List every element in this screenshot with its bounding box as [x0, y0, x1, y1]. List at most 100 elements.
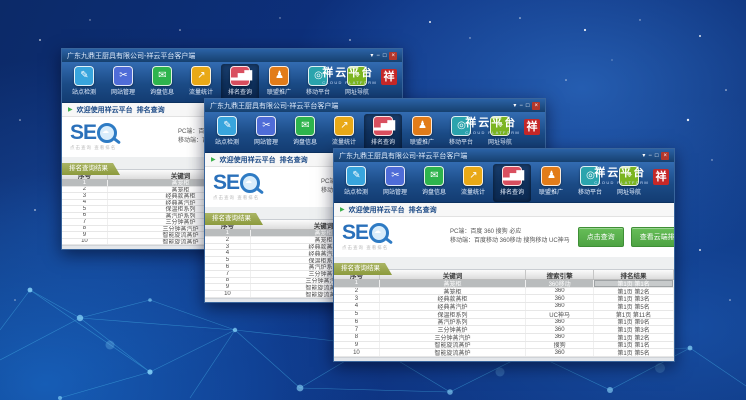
seo-slogan: 点击查询 查看排名 [70, 145, 170, 151]
table-row[interactable]: 10智能旋流蒸炉360第1页 第5名 [334, 349, 674, 357]
toolbar-item-label: 网址导航 [617, 187, 641, 196]
magnifier-icon: ☁ [97, 123, 117, 143]
toolbar-item-alliance-promo[interactable]: ♟联盟推广 [260, 64, 298, 102]
window-titlebar[interactable]: 广东九鼎王厨具有限公司-祥云平台客户端 ▾ − □ × [334, 149, 674, 162]
table-cell: 1 [205, 230, 251, 236]
table-cell: 三分钟蒸汽炉 [380, 334, 526, 341]
banner-buttons: 点击查询 查看云端排名 [578, 227, 675, 247]
toolbar-item-label: 流量统计 [189, 87, 213, 96]
window-titlebar[interactable]: 广东九鼎王厨具有限公司-祥云平台客户端 ▾ − □ × [205, 99, 545, 112]
table-cell: 9 [334, 342, 380, 349]
minimize-button[interactable]: − [648, 152, 652, 160]
inquiry-info-icon: ✉ [295, 116, 315, 136]
ranking-query-icon: ▂▅▇ [373, 116, 393, 136]
toolbar-item-label: 移动平台 [578, 187, 602, 196]
toolbar-item-ranking-query[interactable]: ▂▅▇排名查询 [493, 164, 531, 202]
toolbar-item-site-manage[interactable]: ✂网站管理 [376, 164, 414, 202]
toolbar-item-label: 询盘信息 [422, 187, 446, 196]
table-row[interactable]: 5保温柜系列UC神马第1页 第11名 [334, 311, 674, 319]
table-cell: 第1页 第5名 [594, 349, 674, 356]
table-row[interactable]: 2蒸笼柜360第1页 第2名 [334, 288, 674, 296]
close-button[interactable]: × [661, 152, 669, 160]
table-cell: 第1页 第3名 [594, 326, 674, 333]
maximize-button[interactable]: □ [655, 152, 659, 160]
toolbar-item-alliance-promo[interactable]: ♟联盟推广 [403, 114, 441, 152]
toolbar-item-label: 站点检测 [215, 137, 239, 146]
table-cell: 保温柜系列 [380, 311, 526, 318]
close-button[interactable]: × [389, 52, 397, 60]
breadcrumb-welcome: 欢迎使用祥云平台 [220, 155, 276, 165]
table-row[interactable]: 9智能旋流蒸炉搜狗第1页 第1名 [334, 342, 674, 350]
table-cell: 5 [62, 206, 108, 212]
tab-ranking-results[interactable]: 排名查询结果 [205, 213, 263, 225]
table-cell: 4 [205, 250, 251, 256]
table-cell: 5 [205, 257, 251, 263]
toolbar-item-label: 网址导航 [345, 87, 369, 96]
toolbar-item-alliance-promo[interactable]: ♟联盟推广 [532, 164, 570, 202]
table-row[interactable]: 7三分钟蒸炉360第1页 第3名 [334, 326, 674, 334]
breadcrumb-section: 排名查询 [280, 155, 308, 165]
window-controls: ▾ − □ × [370, 52, 397, 60]
maximize-button[interactable]: □ [526, 102, 530, 110]
traffic-stats-icon: ↗ [463, 166, 483, 186]
toolbar-item-traffic-stats[interactable]: ↗流量统计 [325, 114, 363, 152]
table-row[interactable]: 4经典蒸汽炉360第1页 第5名 [334, 303, 674, 311]
toolbar-item-traffic-stats[interactable]: ↗流量统计 [182, 64, 220, 102]
window-title: 广东九鼎王厨具有限公司-祥云平台客户端 [339, 151, 467, 161]
table-cell: 360 [526, 319, 594, 326]
site-check-icon: ✎ [74, 66, 94, 86]
table-row[interactable]: 1蒸笼柜360移动第1页 第1名 [334, 280, 674, 288]
table-row[interactable]: 6蒸汽炉系列360第1页 第9名 [334, 319, 674, 327]
close-button[interactable]: × [532, 102, 540, 110]
view-cloud-ranking-button[interactable]: 查看云端排名 [631, 227, 675, 247]
magnifier-icon: ☁ [240, 173, 260, 193]
brand-seal-icon: 祥 [524, 119, 540, 135]
table-row[interactable]: 3经典款蒸柜360第1页 第3名 [334, 295, 674, 303]
brand-title: 祥云平台 [465, 118, 520, 129]
toolbar-item-site-manage[interactable]: ✂网站管理 [104, 64, 142, 102]
table-cell: 智能旋流蒸炉 [380, 342, 526, 349]
window-title: 广东九鼎王厨具有限公司-祥云平台客户端 [67, 51, 195, 61]
table-cell: 360 [526, 349, 594, 356]
toolbar-item-site-manage[interactable]: ✂网站管理 [247, 114, 285, 152]
window-titlebar[interactable]: 广东九鼎王厨具有限公司-祥云平台客户端 ▾ − □ × [62, 49, 402, 62]
minimize-button[interactable]: − [519, 102, 523, 110]
toolbar-item-ranking-query[interactable]: ▂▅▇排名查询 [364, 114, 402, 152]
ranking-query-icon: ▂▅▇ [502, 166, 522, 186]
breadcrumb-welcome: 欢迎使用祥云平台 [77, 105, 133, 115]
table-cell: 6 [334, 319, 380, 326]
tab-ranking-results[interactable]: 排名查询结果 [334, 263, 392, 275]
table-cell: 第1页 第5名 [594, 303, 674, 310]
seo-banner: SE ☁ 点击查询 查看排名 PC端：百度 360 搜狗 必应 移动端：百度移动… [334, 217, 674, 257]
table-cell: 6 [62, 213, 108, 219]
engine-list: PC端：百度 360 搜狗 必应 移动端：百度移动 360移动 搜狗移动 UC神… [450, 228, 570, 246]
table-cell: 7 [62, 219, 108, 225]
table-cell: 蒸笼柜 [380, 280, 526, 287]
brand-logo: 祥云平台 CLOUD PLATFORM 祥 [465, 118, 540, 135]
toolbar-item-traffic-stats[interactable]: ↗流量统计 [454, 164, 492, 202]
brand-subtitle: CLOUD PLATFORM [465, 130, 520, 135]
table-cell: 6 [205, 264, 251, 270]
site-check-icon: ✎ [346, 166, 366, 186]
toolbar-item-inquiry-info[interactable]: ✉询盘信息 [286, 114, 324, 152]
menu-dropdown-icon[interactable]: ▾ [370, 52, 373, 60]
table-cell: 8 [62, 226, 108, 232]
table-cell: 360 [526, 326, 594, 333]
toolbar-item-site-check[interactable]: ✎站点检测 [65, 64, 103, 102]
toolbar-item-inquiry-info[interactable]: ✉询盘信息 [415, 164, 453, 202]
tab-ranking-results[interactable]: 排名查询结果 [62, 163, 120, 175]
table-row[interactable]: 8三分钟蒸汽炉360第1页 第2名 [334, 334, 674, 342]
inquiry-info-icon: ✉ [152, 66, 172, 86]
maximize-button[interactable]: □ [383, 52, 387, 60]
toolbar-item-site-check[interactable]: ✎站点检测 [337, 164, 375, 202]
menu-dropdown-icon[interactable]: ▾ [642, 152, 645, 160]
toolbar-item-inquiry-info[interactable]: ✉询盘信息 [143, 64, 181, 102]
toolbar-item-site-check[interactable]: ✎站点检测 [208, 114, 246, 152]
table-cell: 360 [526, 303, 594, 310]
toolbar-item-ranking-query[interactable]: ▂▅▇排名查询 [221, 64, 259, 102]
table-cell: 1 [334, 280, 380, 287]
menu-dropdown-icon[interactable]: ▾ [513, 102, 516, 110]
query-button[interactable]: 点击查询 [578, 227, 624, 247]
minimize-button[interactable]: − [376, 52, 380, 60]
ranking-results-table: 序号关键词搜索引擎排名结果 1蒸笼柜360移动第1页 第1名2蒸笼柜360第1页… [334, 270, 674, 357]
